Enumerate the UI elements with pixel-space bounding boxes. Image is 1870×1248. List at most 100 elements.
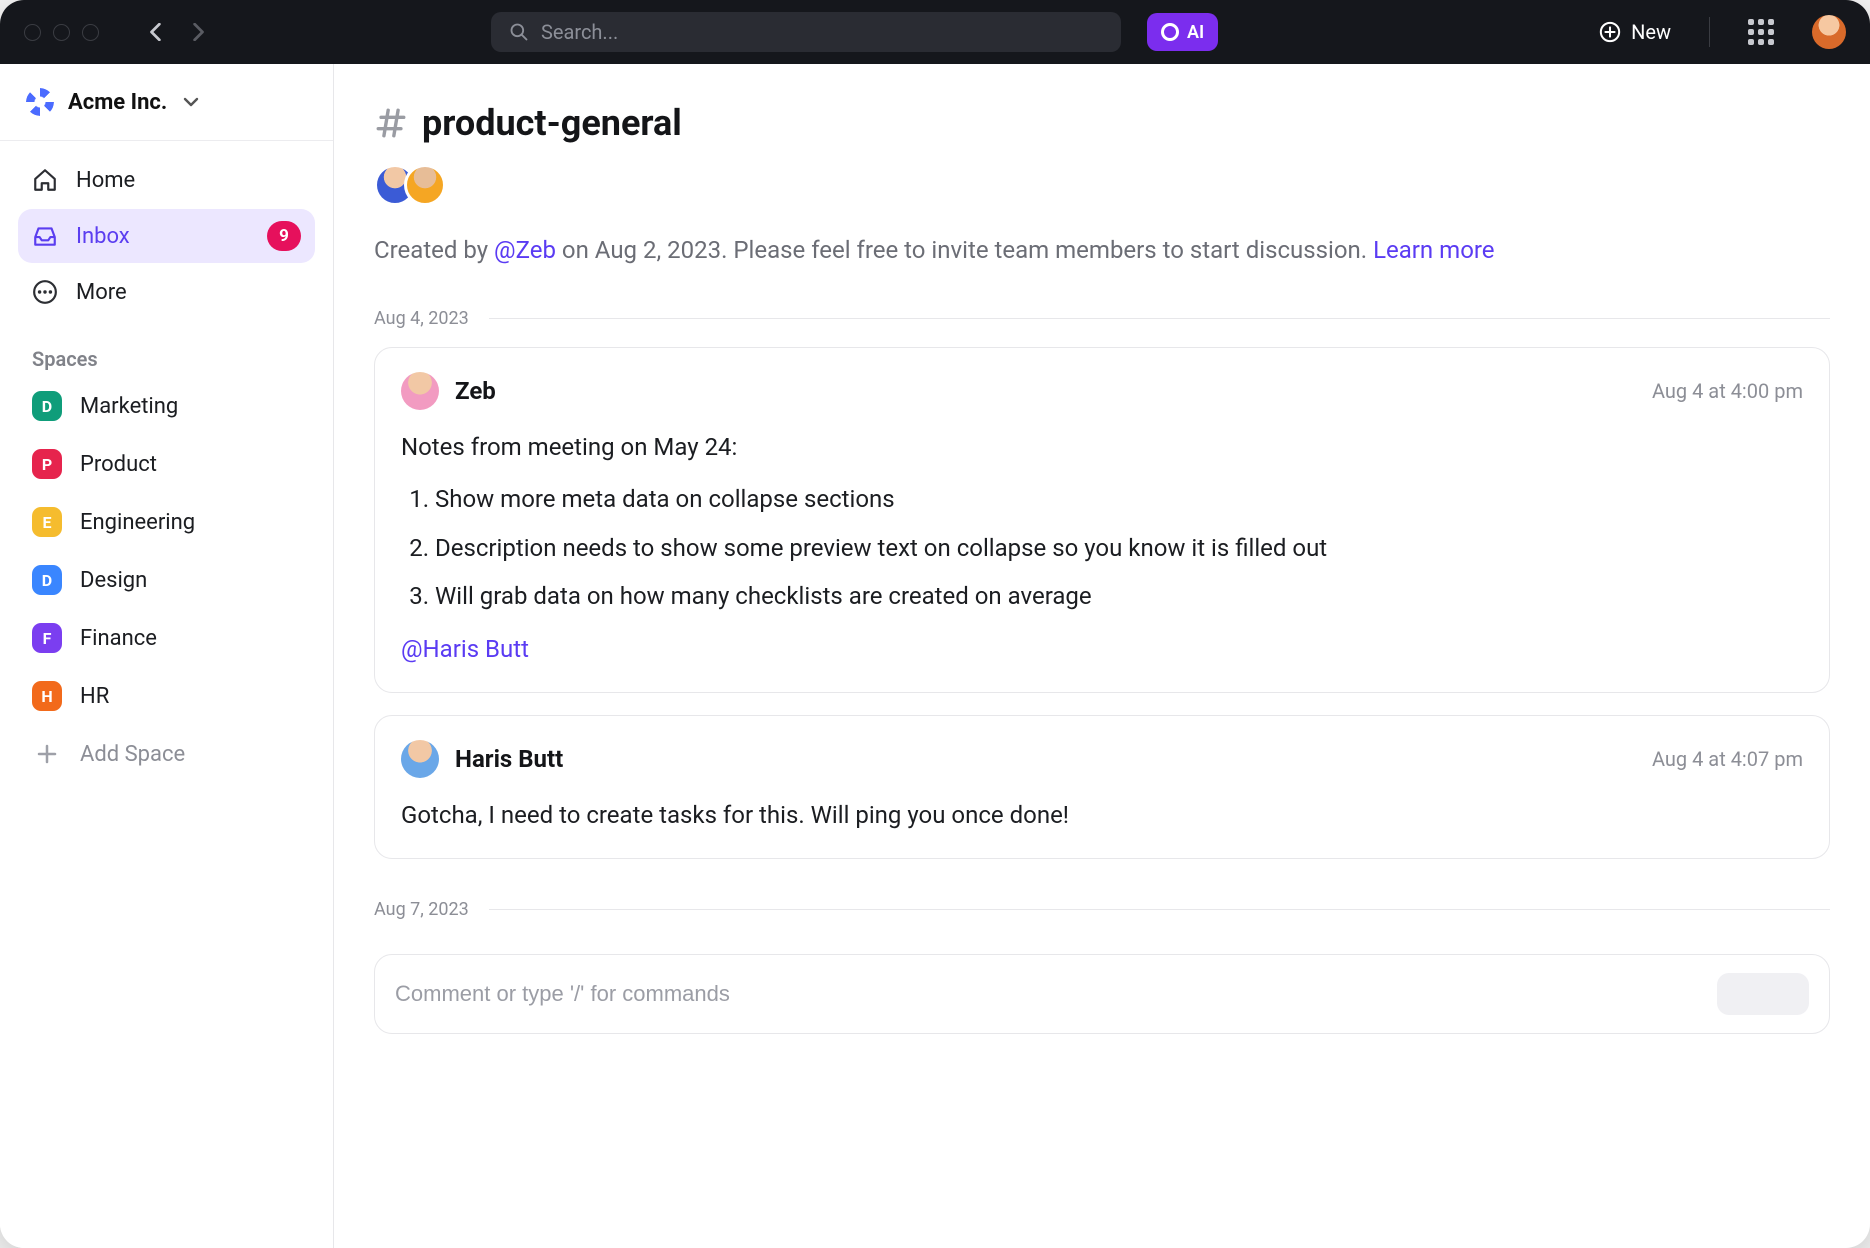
space-list: D Marketing P Product E Engineering D Design F Fi… xyxy=(0,381,333,721)
post-time: Aug 4 at 4:00 pm xyxy=(1652,379,1803,403)
inbox-badge: 9 xyxy=(267,221,301,251)
search-icon xyxy=(509,22,529,42)
channel-title: product-general xyxy=(422,102,682,144)
spaces-heading: Spaces xyxy=(0,323,333,381)
meta-rest: on Aug 2, 2023. Please feel free to invi… xyxy=(556,236,1373,264)
post-header: Zeb Aug 4 at 4:00 pm xyxy=(401,372,1803,410)
space-badge: F xyxy=(32,623,62,653)
post-mention[interactable]: @Haris Butt xyxy=(401,630,529,668)
more-icon xyxy=(32,279,58,305)
nav-more-label: More xyxy=(76,280,301,305)
history-nav xyxy=(139,15,215,49)
meta-prefix: Created by xyxy=(374,236,494,264)
author-avatar[interactable] xyxy=(401,372,439,410)
post-list-item: Will grab data on how many checklists ar… xyxy=(435,577,1803,615)
body: Acme Inc. Home Inbox 9 xyxy=(0,64,1870,1248)
chevron-left-icon xyxy=(149,23,163,41)
main: product-general Created by @Zeb on Aug 2… xyxy=(334,64,1870,1248)
forward-button[interactable] xyxy=(181,15,215,49)
hash-icon xyxy=(374,106,408,140)
post-list-item: Show more meta data on collapse sections xyxy=(435,480,1803,518)
primary-nav: Home Inbox 9 More xyxy=(0,141,333,323)
space-badge: H xyxy=(32,681,62,711)
apps-button[interactable] xyxy=(1748,19,1774,45)
channel-header: product-general xyxy=(374,102,1830,144)
chevron-right-icon xyxy=(191,23,205,41)
space-item[interactable]: D Design xyxy=(18,555,315,605)
post-body: Notes from meeting on May 24: Show more … xyxy=(401,428,1803,668)
member-avatar xyxy=(404,164,446,206)
space-badge: E xyxy=(32,507,62,537)
back-button[interactable] xyxy=(139,15,173,49)
post: Haris Butt Aug 4 at 4:07 pm Gotcha, I ne… xyxy=(374,715,1830,859)
post-lead: Notes from meeting on May 24: xyxy=(401,428,1803,466)
member-avatars[interactable] xyxy=(374,164,1830,206)
post-time: Aug 4 at 4:07 pm xyxy=(1652,747,1803,771)
ai-button[interactable]: AI xyxy=(1147,13,1218,51)
post-author: Haris Butt xyxy=(455,745,563,773)
new-button[interactable]: New xyxy=(1599,20,1671,44)
post-text: Gotcha, I need to create tasks for this.… xyxy=(401,796,1803,834)
current-user-avatar[interactable] xyxy=(1812,15,1846,49)
space-name: HR xyxy=(80,684,109,709)
post-author: Zeb xyxy=(455,377,496,405)
date-divider: Aug 4, 2023 xyxy=(374,308,1830,329)
send-button[interactable] xyxy=(1717,973,1809,1015)
post-list-item: Description needs to show some preview t… xyxy=(435,529,1803,567)
nav-home-label: Home xyxy=(76,168,301,193)
divider-line xyxy=(489,318,1830,319)
new-label: New xyxy=(1631,20,1671,44)
inbox-icon xyxy=(32,223,58,249)
space-badge: D xyxy=(32,391,62,421)
search-placeholder: Search... xyxy=(541,20,618,44)
app-window: Search... AI New Acme Inc. xyxy=(0,0,1870,1248)
space-item[interactable]: P Product xyxy=(18,439,315,489)
nav-inbox-label: Inbox xyxy=(76,224,249,249)
meta-author-mention[interactable]: @Zeb xyxy=(494,236,556,264)
space-item[interactable]: H HR xyxy=(18,671,315,721)
global-search[interactable]: Search... xyxy=(491,12,1121,52)
sidebar: Acme Inc. Home Inbox 9 xyxy=(0,64,334,1248)
workspace-logo-icon xyxy=(26,88,54,116)
window-close[interactable] xyxy=(24,24,41,41)
add-space-label: Add Space xyxy=(80,742,185,767)
workspace-name: Acme Inc. xyxy=(68,90,167,115)
titlebar-divider xyxy=(1709,17,1710,47)
home-icon xyxy=(32,167,58,193)
nav-more[interactable]: More xyxy=(18,267,315,317)
titlebar: Search... AI New xyxy=(0,0,1870,64)
space-name: Marketing xyxy=(80,394,178,419)
space-item[interactable]: E Engineering xyxy=(18,497,315,547)
post-list: Show more meta data on collapse sections… xyxy=(435,480,1803,615)
comment-input[interactable] xyxy=(395,981,1701,1007)
plus-icon xyxy=(32,739,62,769)
add-space-button[interactable]: Add Space xyxy=(18,725,315,783)
window-controls xyxy=(24,24,99,41)
space-name: Finance xyxy=(80,626,157,651)
learn-more-link[interactable]: Learn more xyxy=(1373,236,1494,264)
workspace-switcher[interactable]: Acme Inc. xyxy=(0,64,333,141)
author-avatar[interactable] xyxy=(401,740,439,778)
post: Zeb Aug 4 at 4:00 pm Notes from meeting … xyxy=(374,347,1830,693)
nav-inbox[interactable]: Inbox 9 xyxy=(18,209,315,263)
date-label: Aug 7, 2023 xyxy=(374,899,469,920)
space-name: Product xyxy=(80,452,157,477)
space-item[interactable]: F Finance xyxy=(18,613,315,663)
comment-composer xyxy=(374,954,1830,1034)
post-header: Haris Butt Aug 4 at 4:07 pm xyxy=(401,740,1803,778)
channel-meta: Created by @Zeb on Aug 2, 2023. Please f… xyxy=(374,232,1830,268)
plus-circle-icon xyxy=(1599,21,1621,43)
ai-label: AI xyxy=(1187,22,1204,43)
window-maximize[interactable] xyxy=(82,24,99,41)
window-minimize[interactable] xyxy=(53,24,70,41)
space-badge: P xyxy=(32,449,62,479)
nav-home[interactable]: Home xyxy=(18,155,315,205)
ai-icon xyxy=(1161,23,1179,41)
divider-line xyxy=(489,909,1830,910)
space-item[interactable]: D Marketing xyxy=(18,381,315,431)
post-body: Gotcha, I need to create tasks for this.… xyxy=(401,796,1803,834)
space-name: Engineering xyxy=(80,510,195,535)
space-badge: D xyxy=(32,565,62,595)
chevron-down-icon xyxy=(183,96,199,108)
space-name: Design xyxy=(80,568,147,593)
